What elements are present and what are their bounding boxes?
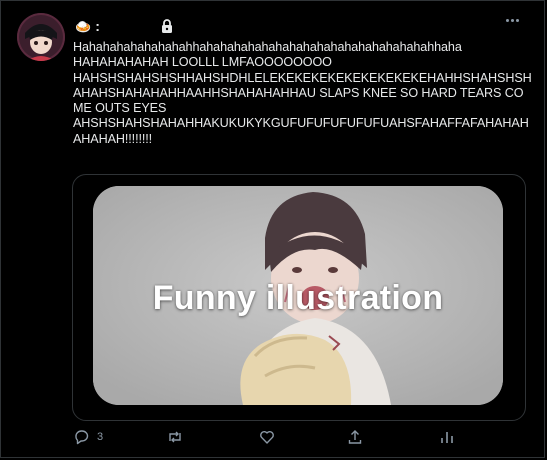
reply-icon (75, 430, 89, 445)
display-name-suffix[interactable]: : (95, 18, 100, 34)
share-button[interactable] (347, 429, 363, 445)
tweet-text: Hahahahahahahahahhahahahahahahahahahahah… (73, 40, 532, 146)
reply-count: 3 (97, 431, 104, 443)
reply-button[interactable]: 3 (73, 429, 103, 445)
retweet-button[interactable] (167, 429, 183, 445)
display-name-emoji[interactable]: 🍛 (75, 20, 91, 33)
like-button[interactable] (259, 429, 275, 445)
analytics-icon (441, 432, 453, 443)
tweet-header: 🍛 : (75, 16, 174, 36)
media-card[interactable]: Funny illustration (72, 174, 526, 421)
media-image[interactable]: Funny illustration (93, 186, 503, 405)
tweet-actions: 3 (73, 429, 473, 453)
avatar[interactable] (17, 13, 65, 61)
media-caption: Funny illustration (152, 279, 444, 317)
more-icon[interactable] (506, 19, 522, 25)
heart-icon (260, 430, 274, 444)
retweet-icon (169, 431, 181, 443)
lock-icon (161, 19, 172, 33)
redacted-username (106, 20, 152, 32)
analytics-button[interactable] (439, 429, 455, 445)
tweet-container[interactable]: 🍛 : Hahahahahahahahahhahahahahahahahahah… (0, 0, 545, 458)
share-icon (348, 430, 362, 444)
